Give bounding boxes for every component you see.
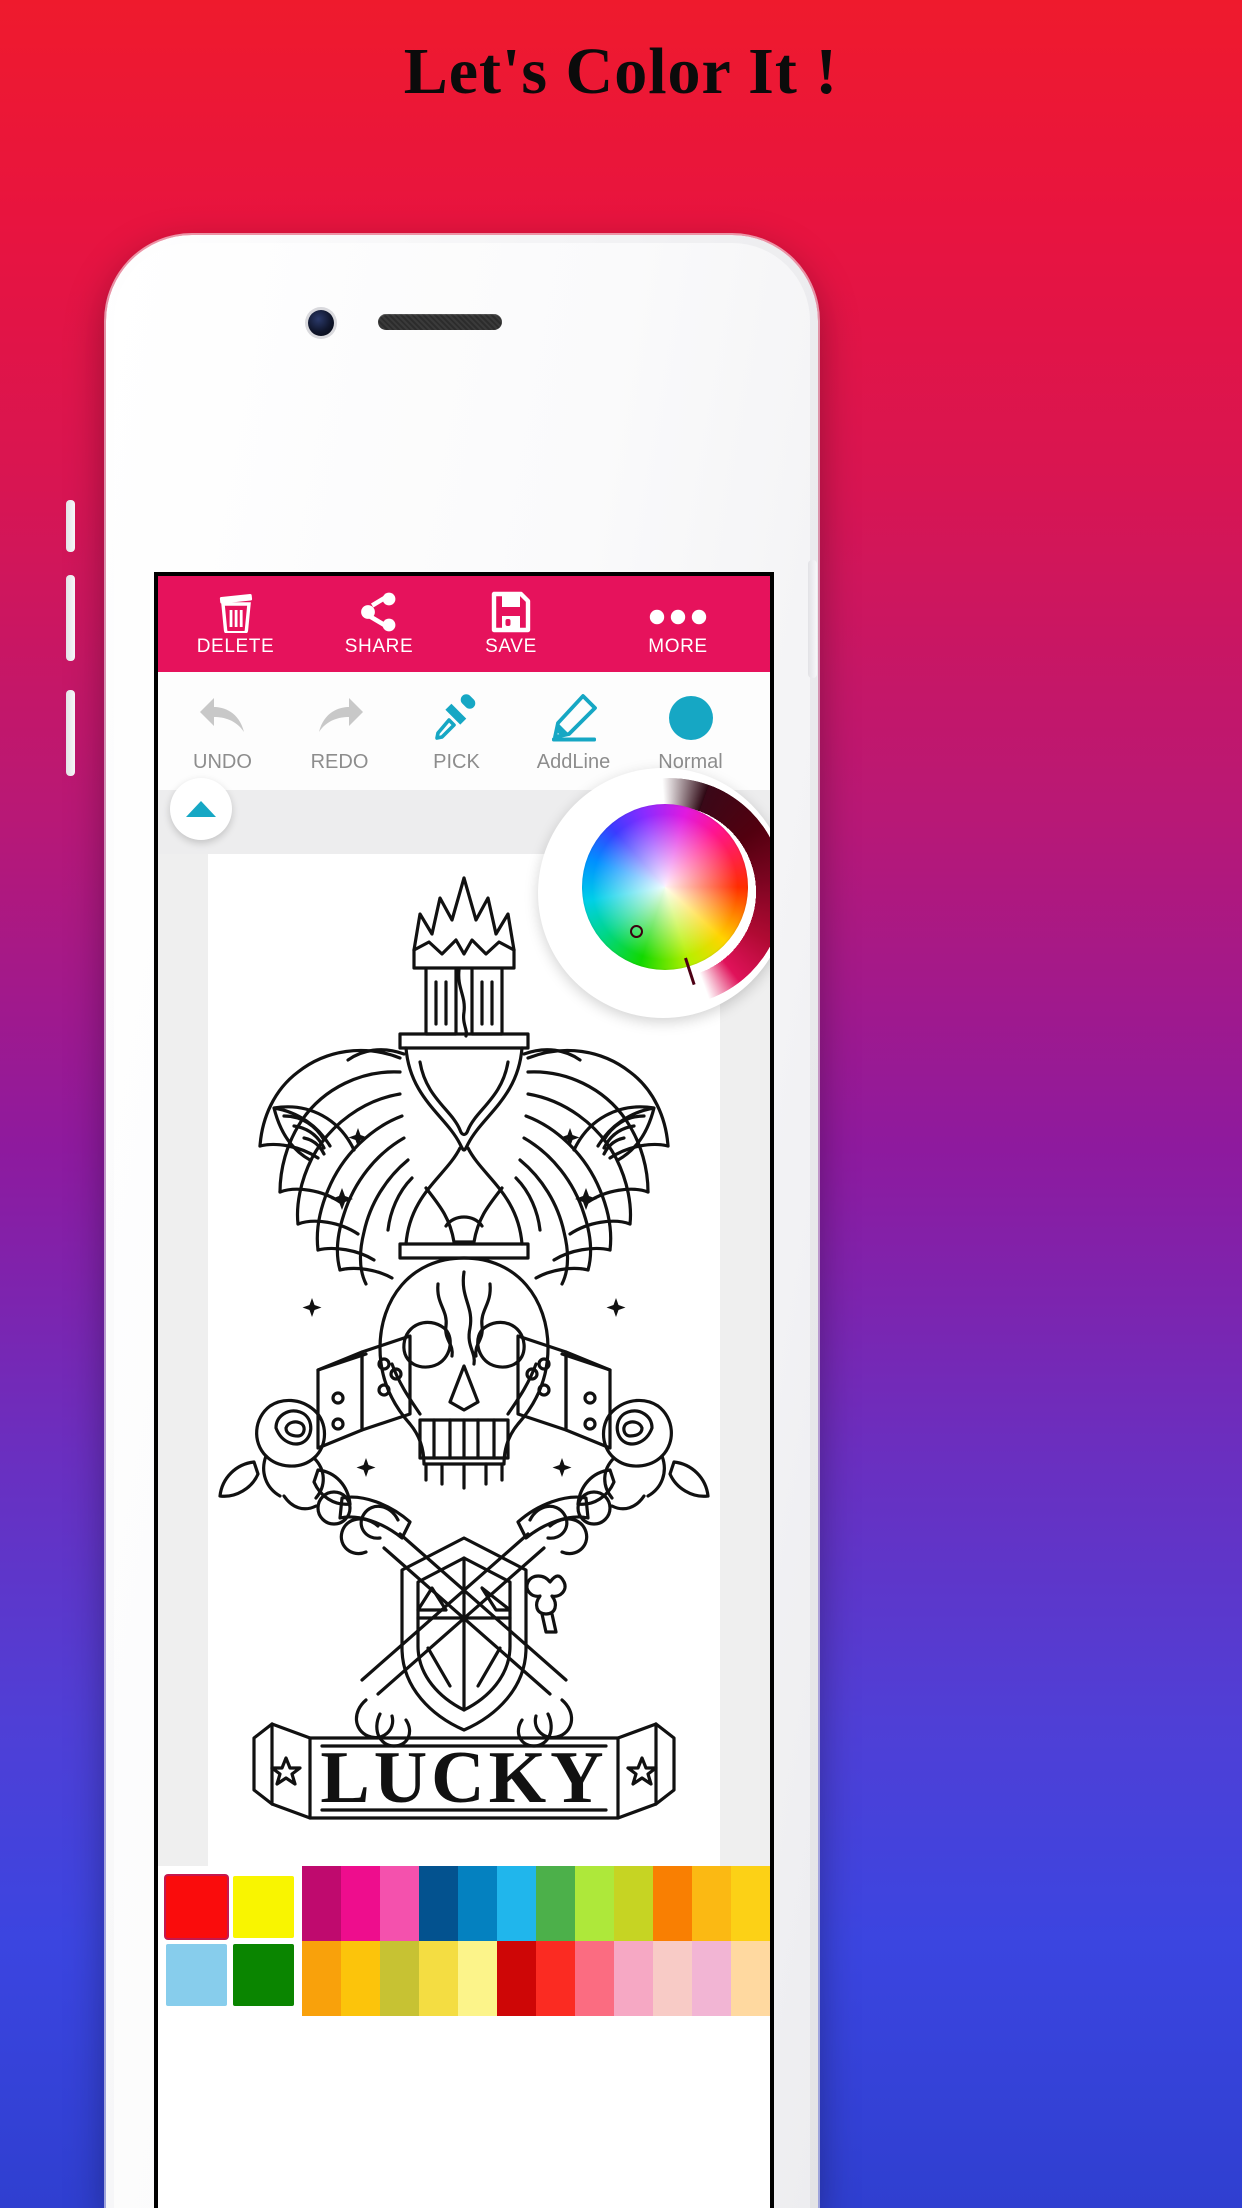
more-button[interactable]: MORE: [618, 593, 738, 656]
color-swatch[interactable]: [419, 1866, 458, 1941]
color-swatch[interactable]: [341, 1941, 380, 2016]
share-button-label: SHARE: [344, 635, 414, 657]
phone-silent-switch: [66, 500, 75, 552]
color-swatch[interactable]: [380, 1866, 419, 1941]
color-swatch[interactable]: [653, 1866, 692, 1941]
collapse-toolbar-button[interactable]: [170, 778, 232, 840]
app-screen: DELETE SHARE SAVE MORE UNDO REDO PICK Ad…: [154, 572, 774, 2208]
phone-volume-down-button: [66, 690, 75, 776]
color-wheel-selection-marker[interactable]: [630, 925, 643, 938]
color-swatch[interactable]: [692, 1866, 731, 1941]
undo-button-label: UNDO: [193, 750, 252, 773]
color-swatch[interactable]: [575, 1941, 614, 2016]
color-swatch[interactable]: [458, 1866, 497, 1941]
color-swatch[interactable]: [380, 1941, 419, 2016]
share-icon: [359, 592, 399, 633]
color-swatch[interactable]: [497, 1866, 536, 1941]
recent-colors-panel[interactable]: [158, 1866, 302, 2016]
color-swatch[interactable]: [302, 1941, 341, 2016]
color-swatch[interactable]: [458, 1941, 497, 2016]
color-wheel-widget[interactable]: [538, 768, 770, 1018]
top-toolbar: DELETE SHARE SAVE MORE: [158, 576, 770, 672]
triangle-up-icon: [186, 801, 216, 817]
color-swatch[interactable]: [302, 1866, 341, 1941]
color-swatch[interactable]: [653, 1941, 692, 2016]
overflow-dots-icon: [649, 593, 707, 633]
color-palette[interactable]: [158, 1866, 770, 2016]
trash-icon: [217, 593, 255, 633]
artwork-banner-text: LUCKY: [320, 1737, 607, 1819]
phone-power-button: [808, 560, 817, 678]
front-camera-icon: [308, 310, 334, 336]
color-swatch[interactable]: [341, 1866, 380, 1941]
color-swatch[interactable]: [731, 1866, 770, 1941]
more-button-label: MORE: [648, 635, 708, 657]
pick-button-label: PICK: [433, 750, 480, 773]
color-swatch[interactable]: [614, 1941, 653, 2016]
recent-color-swatch[interactable]: [233, 1876, 294, 1938]
pick-button[interactable]: PICK: [398, 691, 515, 772]
redo-button-label: REDO: [310, 750, 369, 773]
recent-color-swatch[interactable]: [166, 1944, 227, 2006]
delete-button[interactable]: DELETE: [158, 593, 313, 656]
eyedropper-icon: [433, 691, 481, 745]
color-swatch[interactable]: [731, 1941, 770, 2016]
color-swatch-grid[interactable]: [302, 1866, 770, 2016]
hsv-color-wheel-icon[interactable]: [582, 804, 748, 970]
color-swatch[interactable]: [536, 1941, 575, 2016]
redo-button[interactable]: REDO: [281, 691, 398, 772]
color-swatch[interactable]: [419, 1941, 458, 2016]
color-swatch[interactable]: [497, 1941, 536, 2016]
color-swatch[interactable]: [614, 1866, 653, 1941]
floppy-disk-icon: [491, 591, 531, 633]
filled-circle-icon: [666, 691, 716, 745]
recent-color-swatch[interactable]: [233, 1944, 294, 2006]
color-swatch[interactable]: [575, 1866, 614, 1941]
tool-toolbar: UNDO REDO PICK AddLine Normal: [158, 672, 770, 1018]
blend-mode-button[interactable]: Normal: [632, 691, 749, 772]
recent-color-swatch[interactable]: [166, 1876, 227, 1938]
drawing-canvas-area[interactable]: LUCKY: [158, 854, 770, 2016]
color-swatch[interactable]: [692, 1941, 731, 2016]
coloring-page-sheet[interactable]: LUCKY: [208, 854, 720, 2016]
addline-button[interactable]: AddLine: [515, 691, 632, 772]
pencil-icon: [549, 691, 599, 745]
phone-volume-up-button: [66, 575, 75, 661]
color-swatch[interactable]: [536, 1866, 575, 1941]
save-button[interactable]: SAVE: [445, 591, 577, 657]
save-button-label: SAVE: [485, 635, 537, 657]
undo-arrow-icon: [198, 691, 248, 745]
share-button[interactable]: SHARE: [313, 592, 445, 657]
redo-arrow-icon: [315, 691, 365, 745]
delete-button-label: DELETE: [196, 635, 275, 657]
page-title: Let's Color It !: [403, 35, 839, 108]
undo-button[interactable]: UNDO: [164, 691, 281, 772]
earpiece-speaker-icon: [378, 314, 502, 330]
